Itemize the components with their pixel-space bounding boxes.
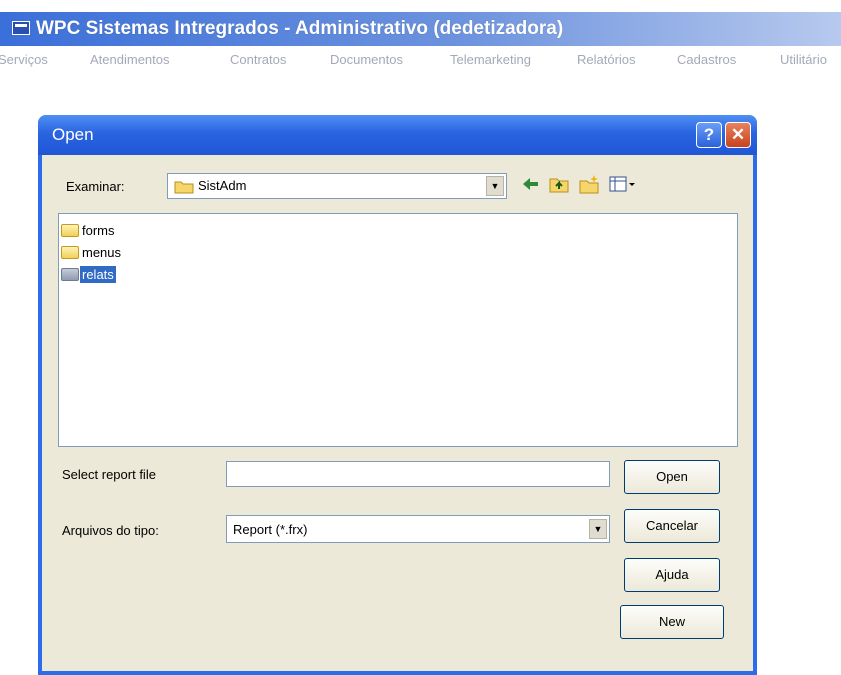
open-dialog: Open ? ✕ Examinar: SistAdm ▼ forms menus…: [38, 115, 757, 675]
app-icon: [12, 21, 30, 35]
lookin-label: Examinar:: [66, 179, 125, 194]
dialog-title-bar: Open ? ✕: [38, 115, 757, 155]
lookin-combo[interactable]: SistAdm ▼: [167, 173, 507, 199]
open-button[interactable]: Open: [624, 460, 720, 494]
new-folder-icon[interactable]: [578, 173, 600, 195]
menu-item-contratos[interactable]: Contratos: [230, 52, 286, 67]
back-icon[interactable]: [520, 173, 540, 195]
close-icon[interactable]: ✕: [725, 122, 751, 148]
file-list[interactable]: forms menus relats: [58, 213, 738, 447]
chevron-down-icon[interactable]: ▼: [486, 176, 504, 196]
filetype-select[interactable]: Report (*.frx) ▼: [226, 515, 610, 543]
filename-input[interactable]: [226, 461, 610, 487]
menu-bar: Serviços Atendimentos Contratos Document…: [0, 50, 841, 70]
menu-item-servicos[interactable]: Serviços: [0, 52, 48, 67]
filename-label: Select report file: [62, 467, 156, 482]
cancel-button[interactable]: Cancelar: [624, 509, 720, 543]
filetype-value: Report (*.frx): [233, 522, 308, 537]
app-title: WPC Sistemas Intregrados - Administrativ…: [36, 18, 564, 39]
up-folder-icon[interactable]: [548, 173, 570, 195]
list-item-relats[interactable]: relats: [61, 266, 116, 284]
lookin-value: SistAdm: [198, 178, 247, 193]
menu-item-atendimentos[interactable]: Atendimentos: [90, 52, 170, 67]
menu-item-cadastros[interactable]: Cadastros: [677, 52, 736, 67]
chevron-down-icon[interactable]: ▼: [589, 519, 607, 539]
menu-item-documentos[interactable]: Documentos: [330, 52, 403, 67]
list-item-forms[interactable]: forms: [61, 222, 117, 240]
list-item-menus[interactable]: menus: [61, 244, 123, 262]
app-title-bar: WPC Sistemas Intregrados - Administrativ…: [0, 12, 841, 46]
help-button[interactable]: Ajuda: [624, 558, 720, 592]
folder-icon: [174, 181, 194, 194]
view-menu-icon[interactable]: [608, 173, 638, 195]
filetype-label: Arquivos do tipo:: [62, 523, 159, 538]
folder-icon: [61, 246, 79, 260]
new-button[interactable]: New: [620, 605, 724, 639]
dialog-title: Open: [52, 125, 94, 144]
menu-item-utilitarios[interactable]: Utilitário: [780, 52, 827, 67]
help-icon[interactable]: ?: [696, 122, 722, 148]
folder-icon: [61, 268, 79, 282]
menu-item-telemarketing[interactable]: Telemarketing: [450, 52, 531, 67]
menu-item-relatorios[interactable]: Relatórios: [577, 52, 636, 67]
folder-icon: [61, 224, 79, 238]
